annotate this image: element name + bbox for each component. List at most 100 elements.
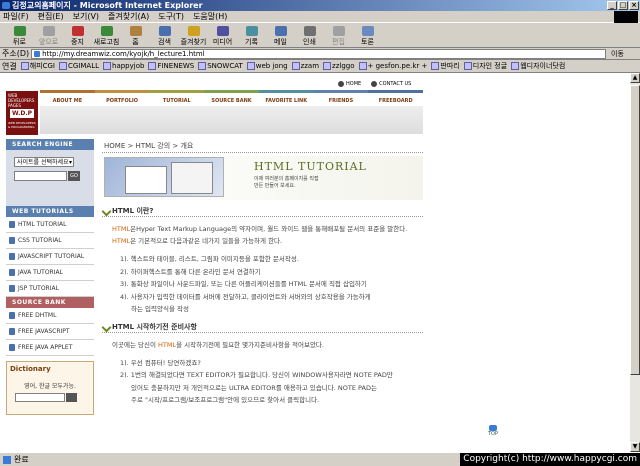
link-item[interactable]: 디자인 정글 (464, 61, 507, 71)
list-item: 있어도 충분하지만 저 개인적으로는 ULTRA EDITOR를 애용하고 있습… (131, 383, 377, 392)
dictionary-input[interactable] (15, 393, 65, 402)
breadcrumb: HOME > HTML 강의 > 개요 (102, 139, 423, 153)
sidebar-item-tutorial[interactable]: JSP TUTORIAL (6, 281, 94, 297)
toolbar-button-label: 기록 (245, 38, 258, 46)
scroll-down-icon[interactable]: ▼ (630, 442, 640, 452)
dictionary-go-button[interactable] (66, 393, 77, 402)
toolbar-button-1[interactable]: 앞으로 (35, 25, 62, 47)
tutorials-list: HTML TUTORIAL CSS TUTORIAL JAVASCRIPT TUTO… (6, 217, 94, 297)
link-item[interactable]: web jong (247, 62, 288, 70)
site-nav: ABOUT ME PORTFOLIO TUTORIAL SOURCE BANK … (40, 90, 424, 104)
search-go-button[interactable]: GO (68, 171, 80, 181)
logo-sub-text: WEB DEVELOPERS & PROGRAMMING (8, 121, 36, 129)
link-item[interactable]: happyjob (103, 62, 144, 70)
address-input[interactable]: http://my.dreamwiz.com/kyojk/h_lecture1.… (31, 48, 606, 59)
screenshot-collage (104, 157, 224, 197)
section-title-preparation: HTML 시작하기전 준비사항 (102, 321, 423, 333)
nav-friends[interactable]: FRIENDS (313, 90, 369, 104)
toolbar-button-label: 토론 (361, 38, 374, 46)
paragraph-text: 은 기본적으로 다음과같은 네가지 일들을 가능하게 한다. (130, 237, 283, 245)
close-icon[interactable]: × (629, 1, 639, 10)
sidebar-item-tutorial[interactable]: JAVA TUTORIAL (6, 265, 94, 281)
sidebar-item-source[interactable]: FREE DHTML (6, 308, 94, 324)
search-engine-header: SEARCH ENGINE (6, 139, 94, 150)
toolbar-button-8[interactable]: 기록 (238, 25, 265, 47)
nav-favorite-link[interactable]: FAVORITE LINK (258, 90, 314, 104)
nav-source-bank[interactable]: SOURCE BANK (204, 90, 259, 104)
link-item[interactable]: zzlggo (323, 62, 354, 70)
menu-tools[interactable]: 도구(T) (158, 11, 184, 22)
link-item[interactable]: FINENEWS (148, 62, 194, 70)
go-button[interactable]: 이동 (608, 49, 640, 59)
print-icon (303, 26, 316, 36)
toolbar-button-2[interactable]: 중지 (64, 25, 91, 47)
home-icon (129, 26, 142, 36)
nav-tutorial[interactable]: TUTORIAL (149, 90, 205, 104)
maximize-icon[interactable]: □ (618, 1, 628, 10)
scroll-thumb[interactable] (630, 85, 640, 375)
toolbar-button-12[interactable]: 토론 (354, 25, 381, 47)
sidebar-item-tutorial[interactable]: JAVASCRIPT TUTORIAL (6, 249, 94, 265)
section-paragraph: HTML은Hyper Text Markup Language의 약자이며, 월… (102, 217, 423, 247)
window-title: 김정교의홈페이지 - Microsoft Internet Explorer (12, 1, 203, 10)
media-icon (216, 26, 229, 36)
discuss-icon (361, 26, 374, 36)
link-item[interactable]: SNOWCAT (198, 62, 243, 70)
home-link[interactable]: HOME (338, 81, 361, 87)
logo-main-text: W.D.P (10, 109, 34, 118)
sidebar-item-tutorial[interactable]: CSS TUTORIAL (6, 233, 94, 249)
toolbar: 뒤로 앞으로 중지 새로고침 홈 검색 즐겨찾기 미디어 기록 메일 인쇄 편집 토론 (0, 24, 640, 48)
search-input[interactable] (14, 171, 67, 181)
search-site-select[interactable]: 사이트를 선택하세요 (14, 157, 74, 167)
top-label: TOP (488, 431, 499, 437)
menu-help[interactable]: 도움말(H) (193, 11, 227, 22)
toolbar-button-10[interactable]: 인쇄 (296, 25, 323, 47)
toolbar-button-3[interactable]: 새로고침 (93, 25, 120, 47)
stop-icon (71, 26, 84, 36)
toolbar-button-11[interactable]: 편집 (325, 25, 352, 47)
link-item[interactable]: CGIMALL (59, 62, 99, 70)
ie-logo-icon (2, 2, 10, 9)
menu-file[interactable]: 파일(F) (3, 11, 29, 22)
favorites-icon (187, 26, 200, 36)
list-item: 2). 1번의 해결되었다면 TEXT EDITOR가 필요합니다. 당신이 W… (120, 371, 393, 379)
top-button[interactable]: TOP (488, 425, 498, 437)
header-banner (40, 106, 423, 134)
list-item: 3). 통화상 파일이나 사운드파일, 또는 다른 어플리케이션들를 HTML … (120, 280, 367, 288)
minimize-icon[interactable]: _ (607, 1, 617, 10)
list-item: 하는 입력양식을 작성 (131, 305, 189, 313)
vertical-scrollbar[interactable]: ▲ ▼ (630, 73, 640, 452)
sidebar-item-source[interactable]: FREE JAVA APPLET (6, 340, 94, 356)
contact-link[interactable]: CONTACT US (371, 81, 411, 87)
link-item[interactable]: 딴따리 (431, 61, 459, 71)
link-item[interactable]: zzam (292, 62, 319, 70)
list-item: 1). 우선 컴퓨터! 당연하겠죠? (120, 358, 201, 367)
menu-view[interactable]: 보기(V) (73, 11, 99, 22)
main-content: HOME > HTML 강의 > 개요 HTML TUTORIAL 이제 여러분… (102, 139, 423, 407)
menu-favorites[interactable]: 즐겨찾기(A) (108, 11, 149, 22)
sidebar-item-tutorial[interactable]: HTML TUTORIAL (6, 217, 94, 233)
nav-about-me[interactable]: ABOUT ME (40, 90, 95, 104)
mail-icon (274, 26, 287, 36)
nav-portfolio[interactable]: PORTFOLIO (94, 90, 150, 104)
toolbar-button-4[interactable]: 홈 (122, 25, 149, 47)
sidebar-item-source[interactable]: FREE JAVASCRIPT (6, 324, 94, 340)
link-item[interactable]: + gesfon.pe.kr + (359, 62, 428, 70)
toolbar-button-9[interactable]: 메일 (267, 25, 294, 47)
scroll-up-icon[interactable]: ▲ (630, 73, 640, 83)
status-text: 완료 (3, 454, 29, 465)
back-arrow-icon (13, 26, 26, 36)
menu-edit[interactable]: 편집(E) (38, 11, 64, 22)
link-item[interactable]: 웹디자이너닷컴 (511, 61, 565, 71)
windows-logo-icon (614, 11, 638, 23)
highlight-html: HTML (112, 237, 131, 245)
site-logo[interactable]: WEB DEVELOPERS PAGES W.D.P WEB DEVELOPER… (6, 91, 38, 135)
sources-list: FREE DHTML FREE JAVASCRIPT FREE JAVA APPLE… (6, 308, 94, 356)
hero-subtitle-line-2: 만든 만들어 보세요. (254, 183, 296, 189)
toolbar-button-0[interactable]: 뒤로 (6, 25, 33, 47)
nav-freeboard[interactable]: FREEBOARD (368, 90, 424, 104)
toolbar-button-6[interactable]: 즐겨찾기 (180, 25, 207, 47)
toolbar-button-5[interactable]: 검색 (151, 25, 178, 47)
link-item[interactable]: 해피CGI (21, 61, 55, 71)
toolbar-button-7[interactable]: 미디어 (209, 25, 236, 47)
